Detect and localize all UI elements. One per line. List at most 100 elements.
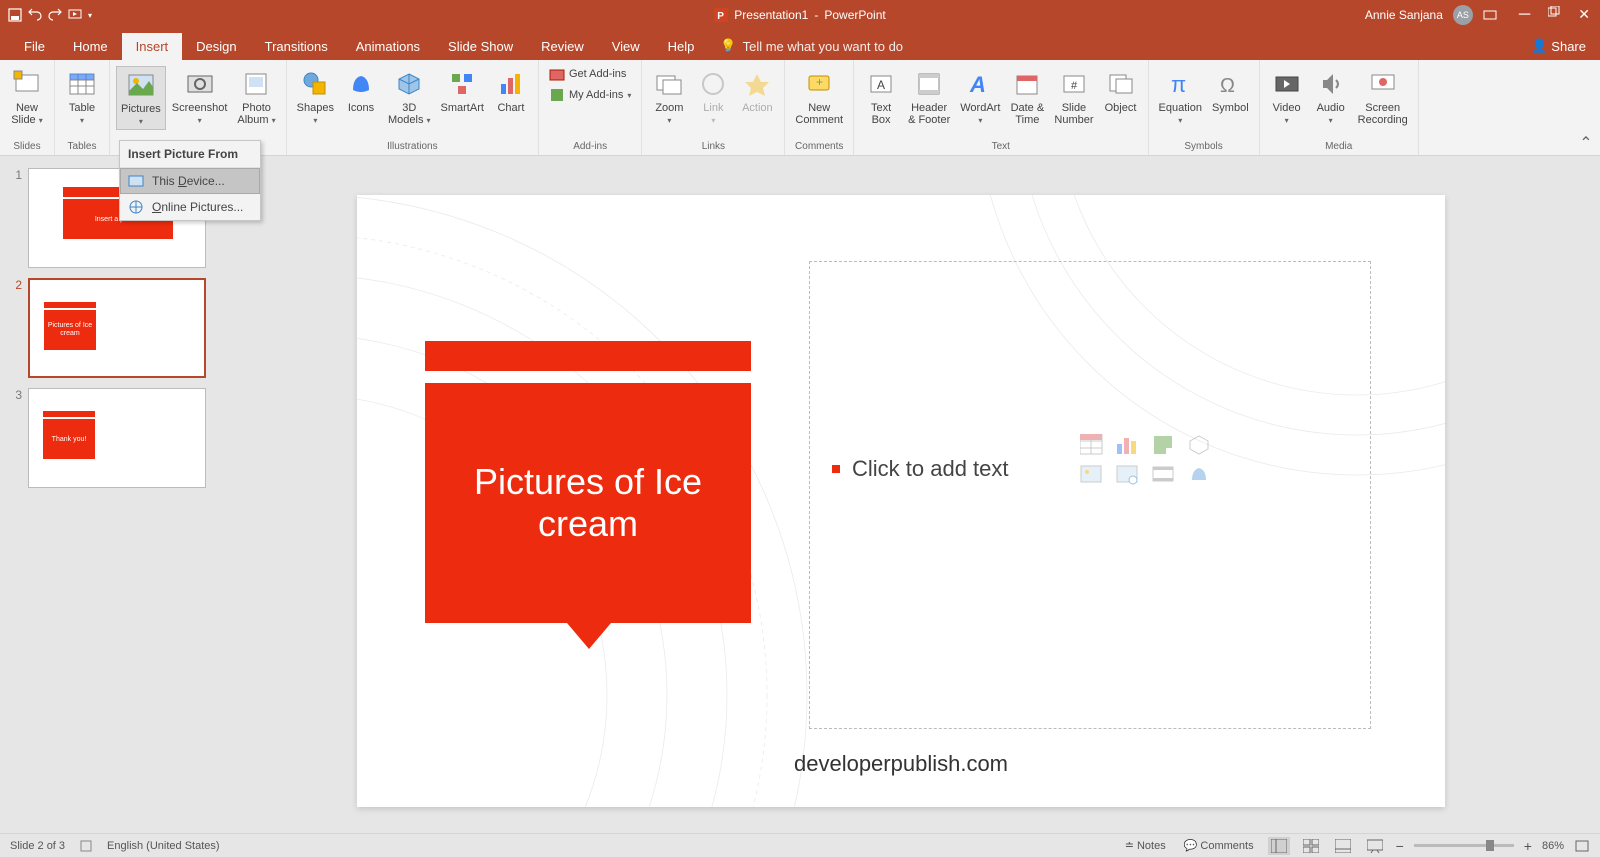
powerpoint-icon: P: [714, 8, 728, 22]
undo-icon[interactable]: [28, 8, 42, 22]
group-label-media: Media: [1325, 139, 1352, 155]
new-slide-icon: [11, 68, 43, 100]
zoom-out-button[interactable]: −: [1396, 838, 1404, 854]
close-icon[interactable]: ✕: [1578, 6, 1590, 24]
slide-thumb-2[interactable]: 2 Pictures of Ice cream: [0, 276, 220, 386]
dropdown-item-online-pictures[interactable]: Online Pictures...: [120, 194, 260, 220]
group-label-symbols: Symbols: [1184, 139, 1222, 155]
dropdown-item-this-device[interactable]: This Device...: [120, 168, 260, 194]
new-slide-button[interactable]: NewSlide ▾: [6, 66, 48, 128]
menu-home[interactable]: Home: [59, 33, 122, 60]
datetime-button[interactable]: Date &Time: [1006, 66, 1048, 128]
store-icon: [549, 66, 565, 82]
header-footer-button[interactable]: Header& Footer: [904, 66, 954, 128]
object-button[interactable]: Object: [1100, 66, 1142, 116]
screenshot-button[interactable]: Screenshot▾: [168, 66, 232, 128]
vertical-scrollbar[interactable]: [1582, 156, 1600, 846]
zoom-button[interactable]: Zoom▾: [648, 66, 690, 128]
photo-album-button[interactable]: PhotoAlbum ▾: [233, 66, 279, 128]
insert-3d-icon[interactable]: [1188, 434, 1212, 456]
accessibility-icon[interactable]: [79, 839, 93, 853]
sorter-view-button[interactable]: [1300, 837, 1322, 855]
menu-design[interactable]: Design: [182, 33, 250, 60]
zoom-level[interactable]: 86%: [1542, 840, 1564, 852]
menubar: File Home Insert Design Transitions Anim…: [0, 30, 1600, 60]
qat-customize-icon[interactable]: ▾: [88, 11, 92, 20]
zoom-icon: [653, 68, 685, 100]
symbol-icon: Ω: [1214, 68, 1246, 100]
menu-transitions[interactable]: Transitions: [251, 33, 342, 60]
reading-view-button[interactable]: [1332, 837, 1354, 855]
user-name[interactable]: Annie Sanjana: [1365, 8, 1443, 22]
content-placeholder[interactable]: Click to add text: [809, 261, 1371, 729]
shapes-icon: [299, 68, 331, 100]
shapes-button[interactable]: Shapes▾: [293, 66, 338, 128]
table-button[interactable]: Table▾: [61, 66, 103, 128]
icons-button[interactable]: Icons: [340, 66, 382, 116]
menu-help[interactable]: Help: [654, 33, 709, 60]
slideshow-icon[interactable]: [68, 8, 82, 22]
screen-recording-button[interactable]: ScreenRecording: [1354, 66, 1412, 128]
get-addins-button[interactable]: Get Add-ins: [545, 64, 635, 84]
zoom-in-button[interactable]: +: [1524, 838, 1532, 854]
menu-animations[interactable]: Animations: [342, 33, 434, 60]
zoom-slider[interactable]: [1414, 844, 1514, 847]
slide-counter[interactable]: Slide 2 of 3: [10, 840, 65, 852]
share-icon: 👤: [1531, 38, 1547, 54]
insert-table-icon[interactable]: [1080, 434, 1104, 456]
minimize-icon[interactable]: ─: [1519, 6, 1530, 24]
user-avatar[interactable]: AS: [1453, 5, 1473, 25]
maximize-icon[interactable]: [1548, 6, 1560, 24]
slide-thumb-3[interactable]: 3 Thank you!: [0, 386, 220, 496]
equation-button[interactable]: π Equation▾: [1155, 66, 1206, 128]
title-sep: -: [814, 8, 818, 22]
device-icon: [128, 173, 144, 189]
3d-models-button[interactable]: 3DModels ▾: [384, 66, 435, 128]
normal-view-button[interactable]: [1268, 837, 1290, 855]
insert-chart-icon[interactable]: [1116, 434, 1140, 456]
insert-video-icon[interactable]: [1152, 464, 1176, 486]
document-title: Presentation1: [734, 8, 808, 22]
notes-button[interactable]: ≐Notes: [1121, 837, 1170, 854]
language-status[interactable]: English (United States): [107, 840, 220, 852]
insert-smartart-icon[interactable]: [1152, 434, 1176, 456]
ribbon-group-comments: + NewComment Comments: [785, 60, 854, 155]
slidenumber-button[interactable]: # SlideNumber: [1050, 66, 1097, 128]
my-addins-button[interactable]: My Add-ins ▾: [545, 85, 635, 105]
insert-icon-icon[interactable]: [1188, 464, 1212, 486]
menu-review[interactable]: Review: [527, 33, 598, 60]
title-pointer: [567, 623, 611, 649]
slide-canvas[interactable]: Pictures of Ice cream Click to add text: [357, 195, 1445, 807]
menu-view[interactable]: View: [598, 33, 654, 60]
save-icon[interactable]: [8, 8, 22, 22]
ribbon-collapse-button[interactable]: ⌃: [1576, 133, 1596, 153]
insert-online-picture-icon[interactable]: [1116, 464, 1140, 486]
symbol-button[interactable]: Ω Symbol: [1208, 66, 1253, 116]
slideshow-view-button[interactable]: [1364, 837, 1386, 855]
equation-icon: π: [1164, 68, 1196, 100]
video-icon: [1271, 68, 1303, 100]
svg-text:Ω: Ω: [1220, 75, 1235, 97]
share-button[interactable]: 👤 Share: [1531, 38, 1586, 54]
insert-picture-icon[interactable]: [1080, 464, 1104, 486]
menu-file[interactable]: File: [10, 33, 59, 60]
slide-canvas-area[interactable]: Pictures of Ice cream Click to add text: [220, 156, 1582, 846]
textbox-button[interactable]: A TextBox: [860, 66, 902, 128]
link-button: Link▾: [692, 66, 734, 128]
wordart-button[interactable]: A WordArt▾: [956, 66, 1004, 128]
slide-thumbnail-panel[interactable]: 1 Insert a picture 2 Pictures of Ice cre…: [0, 156, 220, 846]
chart-button[interactable]: Chart: [490, 66, 532, 116]
smartart-button[interactable]: SmartArt: [437, 66, 488, 116]
menu-slideshow[interactable]: Slide Show: [434, 33, 527, 60]
fit-window-button[interactable]: [1574, 839, 1590, 853]
new-comment-button[interactable]: + NewComment: [791, 66, 847, 128]
redo-icon[interactable]: [48, 8, 62, 22]
slide-title[interactable]: Pictures of Ice cream: [425, 383, 751, 623]
comments-button[interactable]: 💬Comments: [1180, 837, 1258, 854]
tellme-search[interactable]: 💡 Tell me what you want to do: [720, 38, 903, 60]
menu-insert[interactable]: Insert: [122, 33, 183, 60]
pictures-button[interactable]: Pictures▾: [116, 66, 166, 130]
audio-button[interactable]: Audio▾: [1310, 66, 1352, 128]
video-button[interactable]: Video▾: [1266, 66, 1308, 128]
display-options-icon[interactable]: [1483, 8, 1497, 22]
